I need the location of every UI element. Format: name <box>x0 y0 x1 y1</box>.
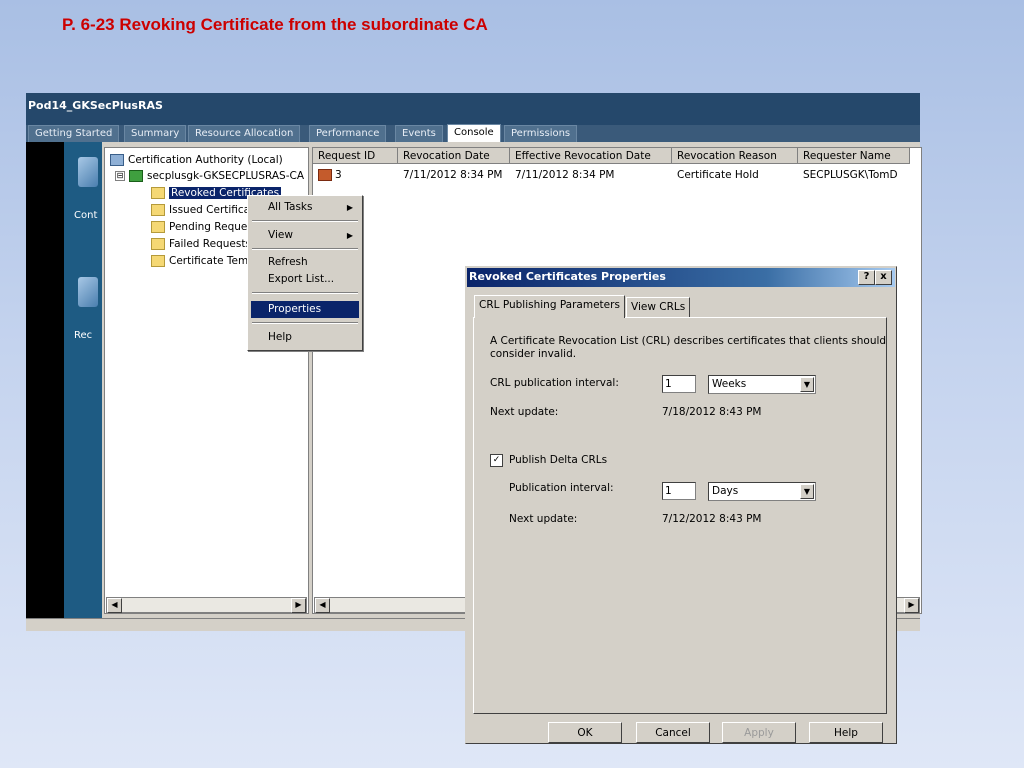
folder-icon <box>151 238 165 250</box>
next-update-label: Next update: <box>490 406 559 418</box>
col-revocation-date[interactable]: Revocation Date <box>398 148 510 164</box>
apply-button[interactable]: Apply <box>722 722 796 743</box>
menu-item-label: All Tasks <box>268 201 313 213</box>
delta-next-update-value: 7/12/2012 8:43 PM <box>662 513 762 525</box>
delta-interval-unit-value: Days <box>712 485 739 497</box>
context-menu: All Tasks ▶ View ▶ Refresh Export List... … <box>247 195 363 351</box>
tree-ca-label: secplusgk-GKSECPLUSRAS-CA <box>147 170 305 182</box>
slide-title: P. 6-23 Revoking Certificate from the su… <box>62 15 488 34</box>
guest-desktop: Cont Rec <box>64 142 102 618</box>
menu-separator <box>252 220 358 222</box>
delta-interval-label: Publication interval: <box>509 482 614 494</box>
desktop-label-recycle: Rec <box>74 330 93 341</box>
menu-item-all-tasks[interactable]: All Tasks ▶ <box>251 199 359 216</box>
tree-ca-node[interactable]: ⊟ secplusgk-GKSECPLUSRAS-CA <box>115 168 304 184</box>
chevron-down-icon[interactable]: ▼ <box>800 484 814 499</box>
crl-interval-unit-value: Weeks <box>712 378 747 390</box>
crl-interval-input[interactable]: 1 <box>662 375 696 393</box>
tab-getting-started[interactable]: Getting Started <box>28 125 120 142</box>
folder-icon <box>151 255 165 267</box>
tab-console[interactable]: Console <box>447 124 501 143</box>
menu-separator <box>252 292 358 294</box>
cancel-button[interactable]: Cancel <box>636 722 710 743</box>
menu-item-label: View <box>268 229 293 241</box>
tab-events[interactable]: Events <box>395 125 443 142</box>
ca-server-icon <box>129 170 143 182</box>
col-reason[interactable]: Revocation Reason <box>672 148 798 164</box>
dialog-titlebar[interactable]: Revoked Certificates Properties ? x <box>467 268 895 287</box>
cell-reason: Certificate Hold <box>677 169 759 181</box>
cell-request-id: 3 <box>313 167 398 183</box>
col-request-id[interactable]: Request ID <box>313 148 398 164</box>
collapse-icon[interactable]: ⊟ <box>115 171 125 181</box>
delta-interval-input[interactable]: 1 <box>662 482 696 500</box>
tab-crl-publishing[interactable]: CRL Publishing Parameters <box>474 295 625 318</box>
ok-button[interactable]: OK <box>548 722 622 743</box>
tab-performance[interactable]: Performance <box>309 125 387 142</box>
vm-title: Pod14_GKSecPlusRAS <box>28 99 163 112</box>
request-id-value: 3 <box>335 169 342 181</box>
vm-titlebar: Pod14_GKSecPlusRAS <box>26 93 920 125</box>
cell-effective-date: 7/11/2012 8:34 PM <box>515 169 615 181</box>
scroll-right-icon[interactable]: ▶ <box>291 598 306 613</box>
list-header: Request ID Revocation Date Effective Rev… <box>313 148 921 165</box>
scroll-left-icon[interactable]: ◀ <box>315 598 330 613</box>
vm-tab-strip: Getting Started Summary Resource Allocat… <box>26 124 920 143</box>
folder-icon <box>151 221 165 233</box>
tree-item-label: Failed Requests <box>169 238 251 250</box>
publish-delta-label: Publish Delta CRLs <box>509 454 608 466</box>
scroll-left-icon[interactable]: ◀ <box>107 598 122 613</box>
menu-item-view[interactable]: View ▶ <box>251 227 359 244</box>
col-effective-date[interactable]: Effective Revocation Date <box>510 148 672 164</box>
next-update-value: 7/18/2012 8:43 PM <box>662 406 762 418</box>
menu-item-refresh[interactable]: Refresh <box>251 254 359 271</box>
computer-icon[interactable] <box>78 157 98 187</box>
menu-separator <box>252 322 358 324</box>
tree-item-pending[interactable]: Pending Requests <box>151 219 262 235</box>
tab-view-crls[interactable]: View CRLs <box>626 297 691 317</box>
folder-icon <box>151 204 165 216</box>
cell-revocation-date: 7/11/2012 8:34 PM <box>403 169 503 181</box>
dialog-title: Revoked Certificates Properties <box>469 270 666 283</box>
chevron-down-icon[interactable]: ▼ <box>800 377 814 392</box>
tree-item-failed[interactable]: Failed Requests <box>151 236 251 252</box>
crl-interval-label: CRL publication interval: <box>490 377 619 389</box>
tab-permissions[interactable]: Permissions <box>504 125 578 142</box>
scroll-right-icon[interactable]: ▶ <box>904 598 919 613</box>
tab-resource-allocation[interactable]: Resource Allocation <box>188 125 301 142</box>
tree-root-label: Certification Authority (Local) <box>128 154 283 166</box>
properties-dialog: Revoked Certificates Properties ? x CRL … <box>465 266 897 744</box>
publish-delta-checkbox[interactable]: ✓ <box>490 454 503 467</box>
menu-item-properties[interactable]: Properties <box>251 301 359 318</box>
tree-root[interactable]: Certification Authority (Local) <box>110 152 283 168</box>
help-button[interactable]: Help <box>809 722 883 743</box>
help-icon[interactable]: ? <box>858 270 875 285</box>
menu-item-help[interactable]: Help <box>251 329 359 346</box>
description-line1: A Certificate Revocation List (CRL) desc… <box>490 335 887 347</box>
description-line2: consider invalid. <box>490 348 577 360</box>
revoked-cert-icon <box>318 169 332 181</box>
delta-interval-unit-select[interactable]: Days ▼ <box>708 482 816 501</box>
crl-interval-unit-select[interactable]: Weeks ▼ <box>708 375 816 394</box>
console-border <box>26 142 64 618</box>
desktop-label-control: Cont <box>74 210 98 221</box>
cell-requester: SECPLUSGK\TomD <box>803 169 898 181</box>
delta-next-update-label: Next update: <box>509 513 578 525</box>
menu-separator <box>252 248 358 250</box>
recycle-bin-icon[interactable] <box>78 277 98 307</box>
certification-authority-icon <box>110 154 124 166</box>
folder-icon <box>151 187 165 199</box>
tab-panel: A Certificate Revocation List (CRL) desc… <box>473 317 887 714</box>
tab-summary[interactable]: Summary <box>124 125 187 142</box>
col-requester[interactable]: Requester Name <box>798 148 910 164</box>
submenu-arrow-icon: ▶ <box>346 203 353 212</box>
menu-item-export-list[interactable]: Export List... <box>251 271 359 288</box>
close-icon[interactable]: x <box>875 270 892 285</box>
submenu-arrow-icon: ▶ <box>346 231 353 240</box>
tree-hscrollbar[interactable]: ◀ ▶ <box>106 597 307 613</box>
